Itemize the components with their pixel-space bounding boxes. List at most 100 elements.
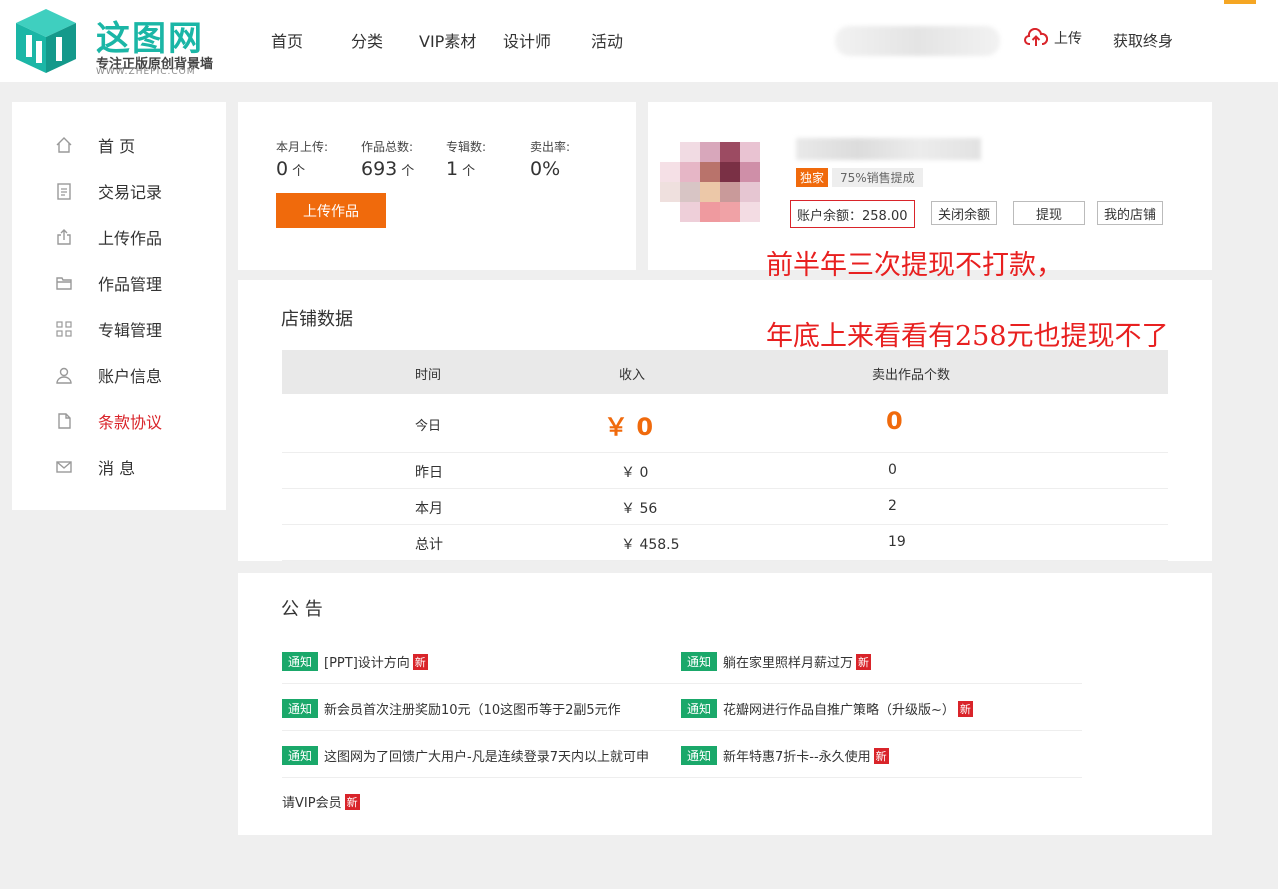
folder-icon xyxy=(54,273,74,293)
sidebar-item-transactions[interactable]: 交易记录 xyxy=(54,179,162,203)
new-badge: 新 xyxy=(856,653,872,670)
announcement-text: [PPT]设计方向 xyxy=(324,656,410,671)
announcement-text: 躺在家里照样月薪过万 xyxy=(723,656,854,671)
upload-works-button[interactable]: 上传作品 xyxy=(276,193,386,228)
top-header: 这图网 专注正版原创背景墙 WWW.ZHEPIC.COM 首页 分类 VIP素材… xyxy=(0,0,1278,82)
stat-sell-rate: 卖出率: 0% xyxy=(530,138,570,180)
sidebar-item-account[interactable]: 账户信息 xyxy=(54,363,162,387)
nav-vip[interactable]: VIP素材 xyxy=(419,28,476,52)
home-icon xyxy=(54,135,74,155)
nav-activity[interactable]: 活动 xyxy=(591,28,623,52)
sidebar: 首 页 交易记录 上传作品 作品管理 专辑管理 账户信息 条款协议 消 息 xyxy=(12,102,226,510)
announcement-text: 新会员首次注册奖励10元（10这图币等于2副5元作 xyxy=(324,703,621,718)
annotation-line-1: 前半年三次提现不打款， xyxy=(766,250,1063,281)
stat-label: 作品总数: xyxy=(361,140,414,154)
new-badge: 新 xyxy=(873,747,889,764)
stat-unit: 个 xyxy=(462,164,476,179)
document-icon xyxy=(54,411,74,431)
get-lifetime-link[interactable]: 获取终身 xyxy=(1113,30,1173,51)
sidebar-item-terms[interactable]: 条款协议 xyxy=(54,409,162,433)
nav-home[interactable]: 首页 xyxy=(271,28,303,52)
announcement-item[interactable]: 通知 [PPT]设计方向 新 xyxy=(282,652,428,671)
announcement-text: 新年特惠7折卡--永久使用 xyxy=(723,750,871,765)
stat-value-wrap: 693 个 xyxy=(361,158,414,180)
user-icon xyxy=(54,365,74,385)
table-row: 今日 ￥ 0 0 xyxy=(282,394,1168,453)
corner-badge xyxy=(1224,0,1256,4)
announcement-text: 请VIP会员 xyxy=(282,796,342,811)
upload-icon xyxy=(54,227,74,247)
row-income: ￥ 0 xyxy=(621,465,649,481)
account-balance: 账户余额：258.00 xyxy=(790,200,915,228)
new-badge: 新 xyxy=(412,653,428,670)
sidebar-item-label: 专辑管理 xyxy=(98,321,163,340)
row-count: 0 xyxy=(888,462,897,478)
sidebar-item-works[interactable]: 作品管理 xyxy=(54,271,162,295)
withdraw-button[interactable]: 提现 xyxy=(1013,201,1085,225)
stat-unit: 个 xyxy=(292,164,306,179)
row-income: ￥ 0 xyxy=(604,413,654,441)
user-info-blurred[interactable] xyxy=(835,26,1000,56)
divider xyxy=(282,683,1082,684)
row-count: 0 xyxy=(886,407,903,435)
announcement-item[interactable]: 通知 这图网为了回馈广大用户-凡是连续登录7天内以上就可申 xyxy=(282,746,677,765)
row-time: 总计 xyxy=(415,537,443,553)
row-time: 今日 xyxy=(415,419,442,434)
row-time: 昨日 xyxy=(415,465,443,481)
my-store-button[interactable]: 我的店铺 xyxy=(1097,201,1164,225)
sidebar-item-label: 条款协议 xyxy=(98,413,163,432)
sidebar-item-label: 首 页 xyxy=(98,137,136,156)
announcement-item[interactable]: 通知 新年特惠7折卡--永久使用 新 xyxy=(681,746,889,765)
store-data-title: 店铺数据 xyxy=(281,309,353,330)
close-balance-button[interactable]: 关闭余额 xyxy=(931,201,998,225)
logo-url: WWW.ZHEPIC.COM xyxy=(96,67,196,77)
row-time: 本月 xyxy=(415,501,443,517)
notice-tag: 通知 xyxy=(681,652,718,671)
sidebar-item-label: 消 息 xyxy=(98,459,136,478)
annotation-line-2: 年底上来看看有258元也提现不了 xyxy=(766,321,1169,352)
notice-tag: 通知 xyxy=(681,699,718,718)
exclusive-badge: 独家 xyxy=(796,168,829,187)
logo-cube-icon xyxy=(16,9,76,73)
sidebar-item-messages[interactable]: 消 息 xyxy=(54,455,135,479)
announcement-panel: 公 告 通知 [PPT]设计方向 新 通知 躺在家里照样月薪过万 新 通知 新会… xyxy=(238,573,1212,835)
clipboard-icon xyxy=(54,181,74,201)
nav-category[interactable]: 分类 xyxy=(351,28,383,52)
stat-value-wrap: 0个 xyxy=(276,158,328,180)
table-row: 昨日 ￥ 0 0 xyxy=(282,453,1168,489)
table-row: 总计 ￥ 458.5 19 xyxy=(282,525,1168,561)
stat-label: 本月上传: xyxy=(276,140,329,154)
store-data-table: 时间 收入 卖出作品个数 今日 ￥ 0 0 昨日 ￥ 0 0 本月 ￥ 56 2… xyxy=(282,350,1168,561)
stat-total-works: 作品总数: 693 个 xyxy=(361,138,414,180)
announcement-item[interactable]: 通知 花瓣网进行作品自推广策略（升级版~） 新 xyxy=(681,699,973,718)
sidebar-item-label: 作品管理 xyxy=(98,275,163,294)
avatar[interactable] xyxy=(660,122,765,242)
sidebar-item-upload[interactable]: 上传作品 xyxy=(54,225,162,249)
stat-albums: 专辑数: 1个 xyxy=(446,138,486,180)
header-upload-link[interactable]: 上传 xyxy=(1024,28,1082,48)
row-count: 2 xyxy=(888,498,897,514)
column-income: 收入 xyxy=(619,368,646,383)
stat-value: 1 xyxy=(446,158,459,180)
stat-unit: 个 xyxy=(401,164,415,179)
table-header: 时间 收入 卖出作品个数 xyxy=(282,350,1168,394)
row-income: ￥ 56 xyxy=(621,501,658,517)
notice-tag: 通知 xyxy=(282,699,319,718)
grid-icon xyxy=(54,319,74,339)
site-logo[interactable]: 这图网 专注正版原创背景墙 WWW.ZHEPIC.COM xyxy=(10,5,230,77)
stat-label: 专辑数: xyxy=(446,140,487,154)
new-badge: 新 xyxy=(344,793,360,810)
column-count: 卖出作品个数 xyxy=(872,368,951,383)
mail-icon xyxy=(54,457,74,477)
stat-value-wrap: 1个 xyxy=(446,158,486,180)
nav-designer[interactable]: 设计师 xyxy=(503,28,551,52)
column-time: 时间 xyxy=(415,368,442,383)
commission-badge: 75%销售提成 xyxy=(832,168,923,187)
announcement-item[interactable]: 请VIP会员 新 xyxy=(282,792,360,811)
username-blurred xyxy=(796,138,981,160)
sidebar-item-home[interactable]: 首 页 xyxy=(54,133,135,157)
sidebar-item-albums[interactable]: 专辑管理 xyxy=(54,317,162,341)
announcement-item[interactable]: 通知 新会员首次注册奖励10元（10这图币等于2副5元作 xyxy=(282,699,621,718)
notice-tag: 通知 xyxy=(681,746,718,765)
announcement-item[interactable]: 通知 躺在家里照样月薪过万 新 xyxy=(681,652,872,671)
